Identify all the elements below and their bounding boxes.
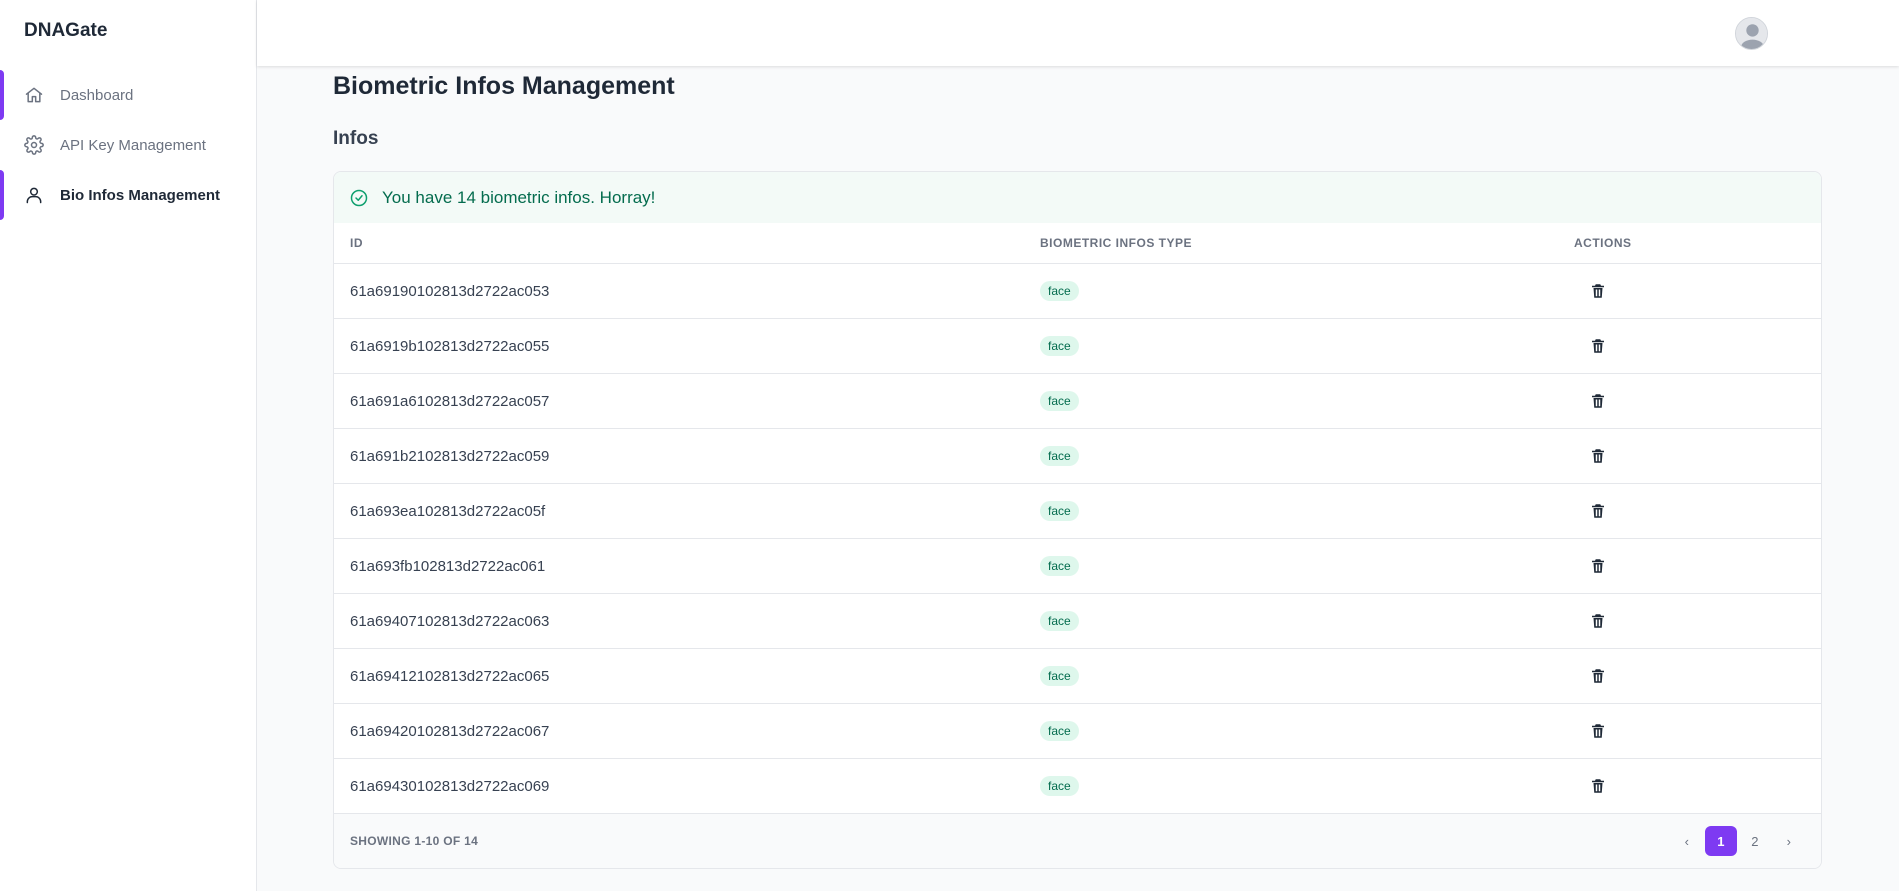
type-cell: face: [1040, 776, 1079, 796]
table-footer: SHOWING 1-10 OF 14 ‹ 1 2 ›: [334, 814, 1821, 868]
row-id: 61a691b2102813d2722ac059: [350, 447, 550, 465]
trash-icon[interactable]: [1589, 392, 1607, 410]
prev-page-button[interactable]: ‹: [1671, 826, 1703, 856]
section-title: Infos: [333, 128, 379, 149]
type-cell: face: [1040, 556, 1079, 576]
check-circle-icon: [350, 189, 368, 207]
active-indicator: [0, 170, 4, 220]
type-badge: face: [1040, 336, 1079, 356]
row-id: 61a69420102813d2722ac067: [350, 722, 550, 740]
type-badge: face: [1040, 666, 1079, 686]
alert-message: You have 14 biometric infos. Horray!: [382, 187, 656, 207]
page-title: Biometric Infos Management: [333, 72, 675, 100]
row-id: 61a693fb102813d2722ac061: [350, 557, 546, 575]
table-row: 61a69420102813d2722ac067 face: [334, 704, 1821, 759]
bio-infos-table-card: You have 14 biometric infos. Horray! ID …: [333, 171, 1822, 869]
pagination: ‹ 1 2 ›: [1671, 826, 1805, 856]
column-header-type: BIOMETRIC INFOS TYPE: [1040, 236, 1193, 250]
gear-icon: [24, 135, 44, 155]
type-cell: face: [1040, 336, 1079, 356]
trash-icon[interactable]: [1589, 447, 1607, 465]
table-row: 61a693ea102813d2722ac05f face: [334, 484, 1821, 539]
row-id: 61a69412102813d2722ac065: [350, 667, 550, 685]
trash-icon[interactable]: [1589, 722, 1607, 740]
type-badge: face: [1040, 611, 1079, 631]
trash-icon[interactable]: [1589, 337, 1607, 355]
sidebar-item-label: Dashboard: [60, 86, 134, 104]
type-cell: face: [1040, 666, 1079, 686]
trash-icon[interactable]: [1589, 667, 1607, 685]
success-alert: You have 14 biometric infos. Horray!: [334, 172, 1821, 223]
table-body: 61a69190102813d2722ac053 face 61a6919b1028…: [334, 264, 1821, 814]
trash-icon[interactable]: [1589, 502, 1607, 520]
table-row: 61a693fb102813d2722ac061 face: [334, 539, 1821, 594]
top-bar: [257, 0, 1899, 66]
sidebar-item-dashboard[interactable]: Dashboard: [0, 70, 256, 120]
type-badge: face: [1040, 556, 1079, 576]
trash-icon[interactable]: [1589, 557, 1607, 575]
showing-count: SHOWING 1-10 OF 14: [350, 834, 479, 848]
type-cell: face: [1040, 501, 1079, 521]
type-badge: face: [1040, 281, 1079, 301]
user-icon: [24, 185, 44, 205]
trash-icon[interactable]: [1589, 282, 1607, 300]
next-page-button[interactable]: ›: [1773, 826, 1805, 856]
row-id: 61a69430102813d2722ac069: [350, 777, 550, 795]
row-id: 61a6919b102813d2722ac055: [350, 337, 550, 355]
type-cell: face: [1040, 281, 1079, 301]
type-badge: face: [1040, 446, 1079, 466]
row-id: 61a69190102813d2722ac053: [350, 282, 550, 300]
row-id: 61a693ea102813d2722ac05f: [350, 502, 546, 520]
type-cell: face: [1040, 721, 1079, 741]
active-indicator: [0, 70, 4, 120]
type-badge: face: [1040, 776, 1079, 796]
table-row: 61a69430102813d2722ac069 face: [334, 759, 1821, 814]
sidebar-item-label: Bio Infos Management: [60, 186, 221, 204]
brand-logo[interactable]: DNAGate: [24, 20, 107, 42]
type-badge: face: [1040, 391, 1079, 411]
sidebar-nav: Dashboard API Key Management Bio Infos M…: [0, 70, 256, 220]
table-header: ID BIOMETRIC INFOS TYPE ACTIONS: [334, 223, 1821, 264]
trash-icon[interactable]: [1589, 777, 1607, 795]
sidebar: DNAGate Dashboard API Key Management Bio…: [0, 0, 257, 891]
column-header-actions: ACTIONS: [1574, 236, 1632, 250]
table-row: 61a69190102813d2722ac053 face: [334, 264, 1821, 319]
table-row: 61a69412102813d2722ac065 face: [334, 649, 1821, 704]
page-button-2[interactable]: 2: [1739, 826, 1771, 856]
type-cell: face: [1040, 446, 1079, 466]
column-header-id: ID: [350, 236, 363, 250]
table-row: 61a691a6102813d2722ac057 face: [334, 374, 1821, 429]
sidebar-item-api-keys[interactable]: API Key Management: [0, 120, 256, 170]
type-cell: face: [1040, 391, 1079, 411]
row-id: 61a69407102813d2722ac063: [350, 612, 550, 630]
trash-icon[interactable]: [1589, 612, 1607, 630]
type-cell: face: [1040, 611, 1079, 631]
table-row: 61a69407102813d2722ac063 face: [334, 594, 1821, 649]
row-id: 61a691a6102813d2722ac057: [350, 392, 550, 410]
home-icon: [24, 85, 44, 105]
type-badge: face: [1040, 721, 1079, 741]
type-badge: face: [1040, 501, 1079, 521]
sidebar-item-label: API Key Management: [60, 136, 206, 154]
table-row: 61a6919b102813d2722ac055 face: [334, 319, 1821, 374]
sidebar-item-bio-infos[interactable]: Bio Infos Management: [0, 170, 256, 220]
avatar[interactable]: [1735, 17, 1768, 50]
table-row: 61a691b2102813d2722ac059 face: [334, 429, 1821, 484]
page-button-1[interactable]: 1: [1705, 826, 1737, 856]
